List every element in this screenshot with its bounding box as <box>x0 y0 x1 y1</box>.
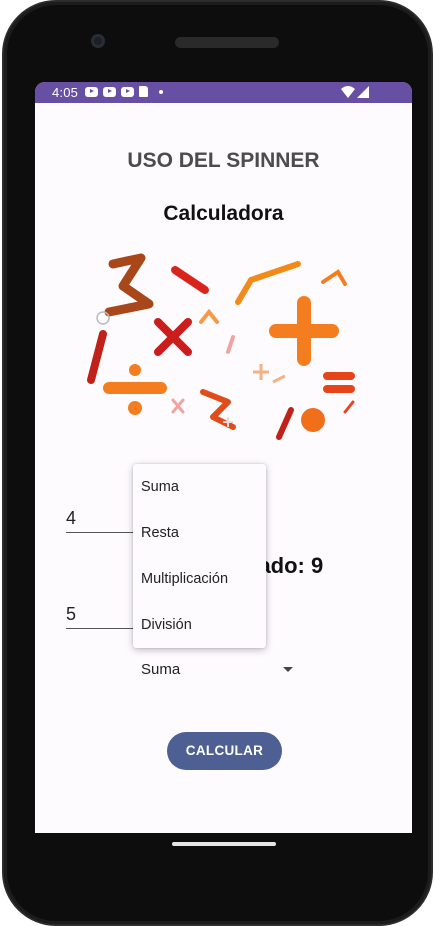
home-gesture-bar[interactable] <box>172 842 276 846</box>
dot-icon <box>159 89 163 94</box>
sd-card-icon <box>139 86 148 97</box>
dropdown-option-division[interactable]: División <box>133 602 266 648</box>
dropdown-option-multiplicacion[interactable]: Multiplicación <box>133 556 266 602</box>
calculate-button[interactable]: CALCULAR <box>167 732 282 770</box>
wifi-icon <box>341 86 355 98</box>
spinner-selected-value: Suma <box>141 661 181 678</box>
app-screen: 4:05 USO DEL SPINNER Calculadora 4 5 lta… <box>35 82 412 833</box>
phone-frame: 4:05 USO DEL SPINNER Calculadora 4 5 lta… <box>4 2 431 924</box>
page-subtitle: Calculadora <box>163 202 284 225</box>
youtube-icon <box>121 86 134 97</box>
dropdown-option-resta[interactable]: Resta <box>133 510 266 556</box>
earpiece <box>175 37 279 48</box>
first-number-input[interactable]: 4 <box>66 505 138 533</box>
status-time: 4:05 <box>52 85 79 100</box>
spinner-dropdown-menu: Suma Resta Multiplicación División <box>133 464 266 648</box>
math-symbols-illustration <box>87 253 355 440</box>
second-number-input[interactable]: 5 <box>66 601 138 629</box>
youtube-icon <box>85 86 98 97</box>
notification-icons <box>85 86 163 97</box>
dropdown-arrow-icon <box>283 667 293 672</box>
front-camera <box>91 34 105 48</box>
operation-spinner[interactable]: Suma <box>133 655 303 683</box>
signal-icon <box>357 86 369 98</box>
status-bar: 4:05 <box>35 82 412 103</box>
youtube-icon <box>103 86 116 97</box>
page-title: USO DEL SPINNER <box>127 149 320 172</box>
dropdown-option-suma[interactable]: Suma <box>133 464 266 510</box>
